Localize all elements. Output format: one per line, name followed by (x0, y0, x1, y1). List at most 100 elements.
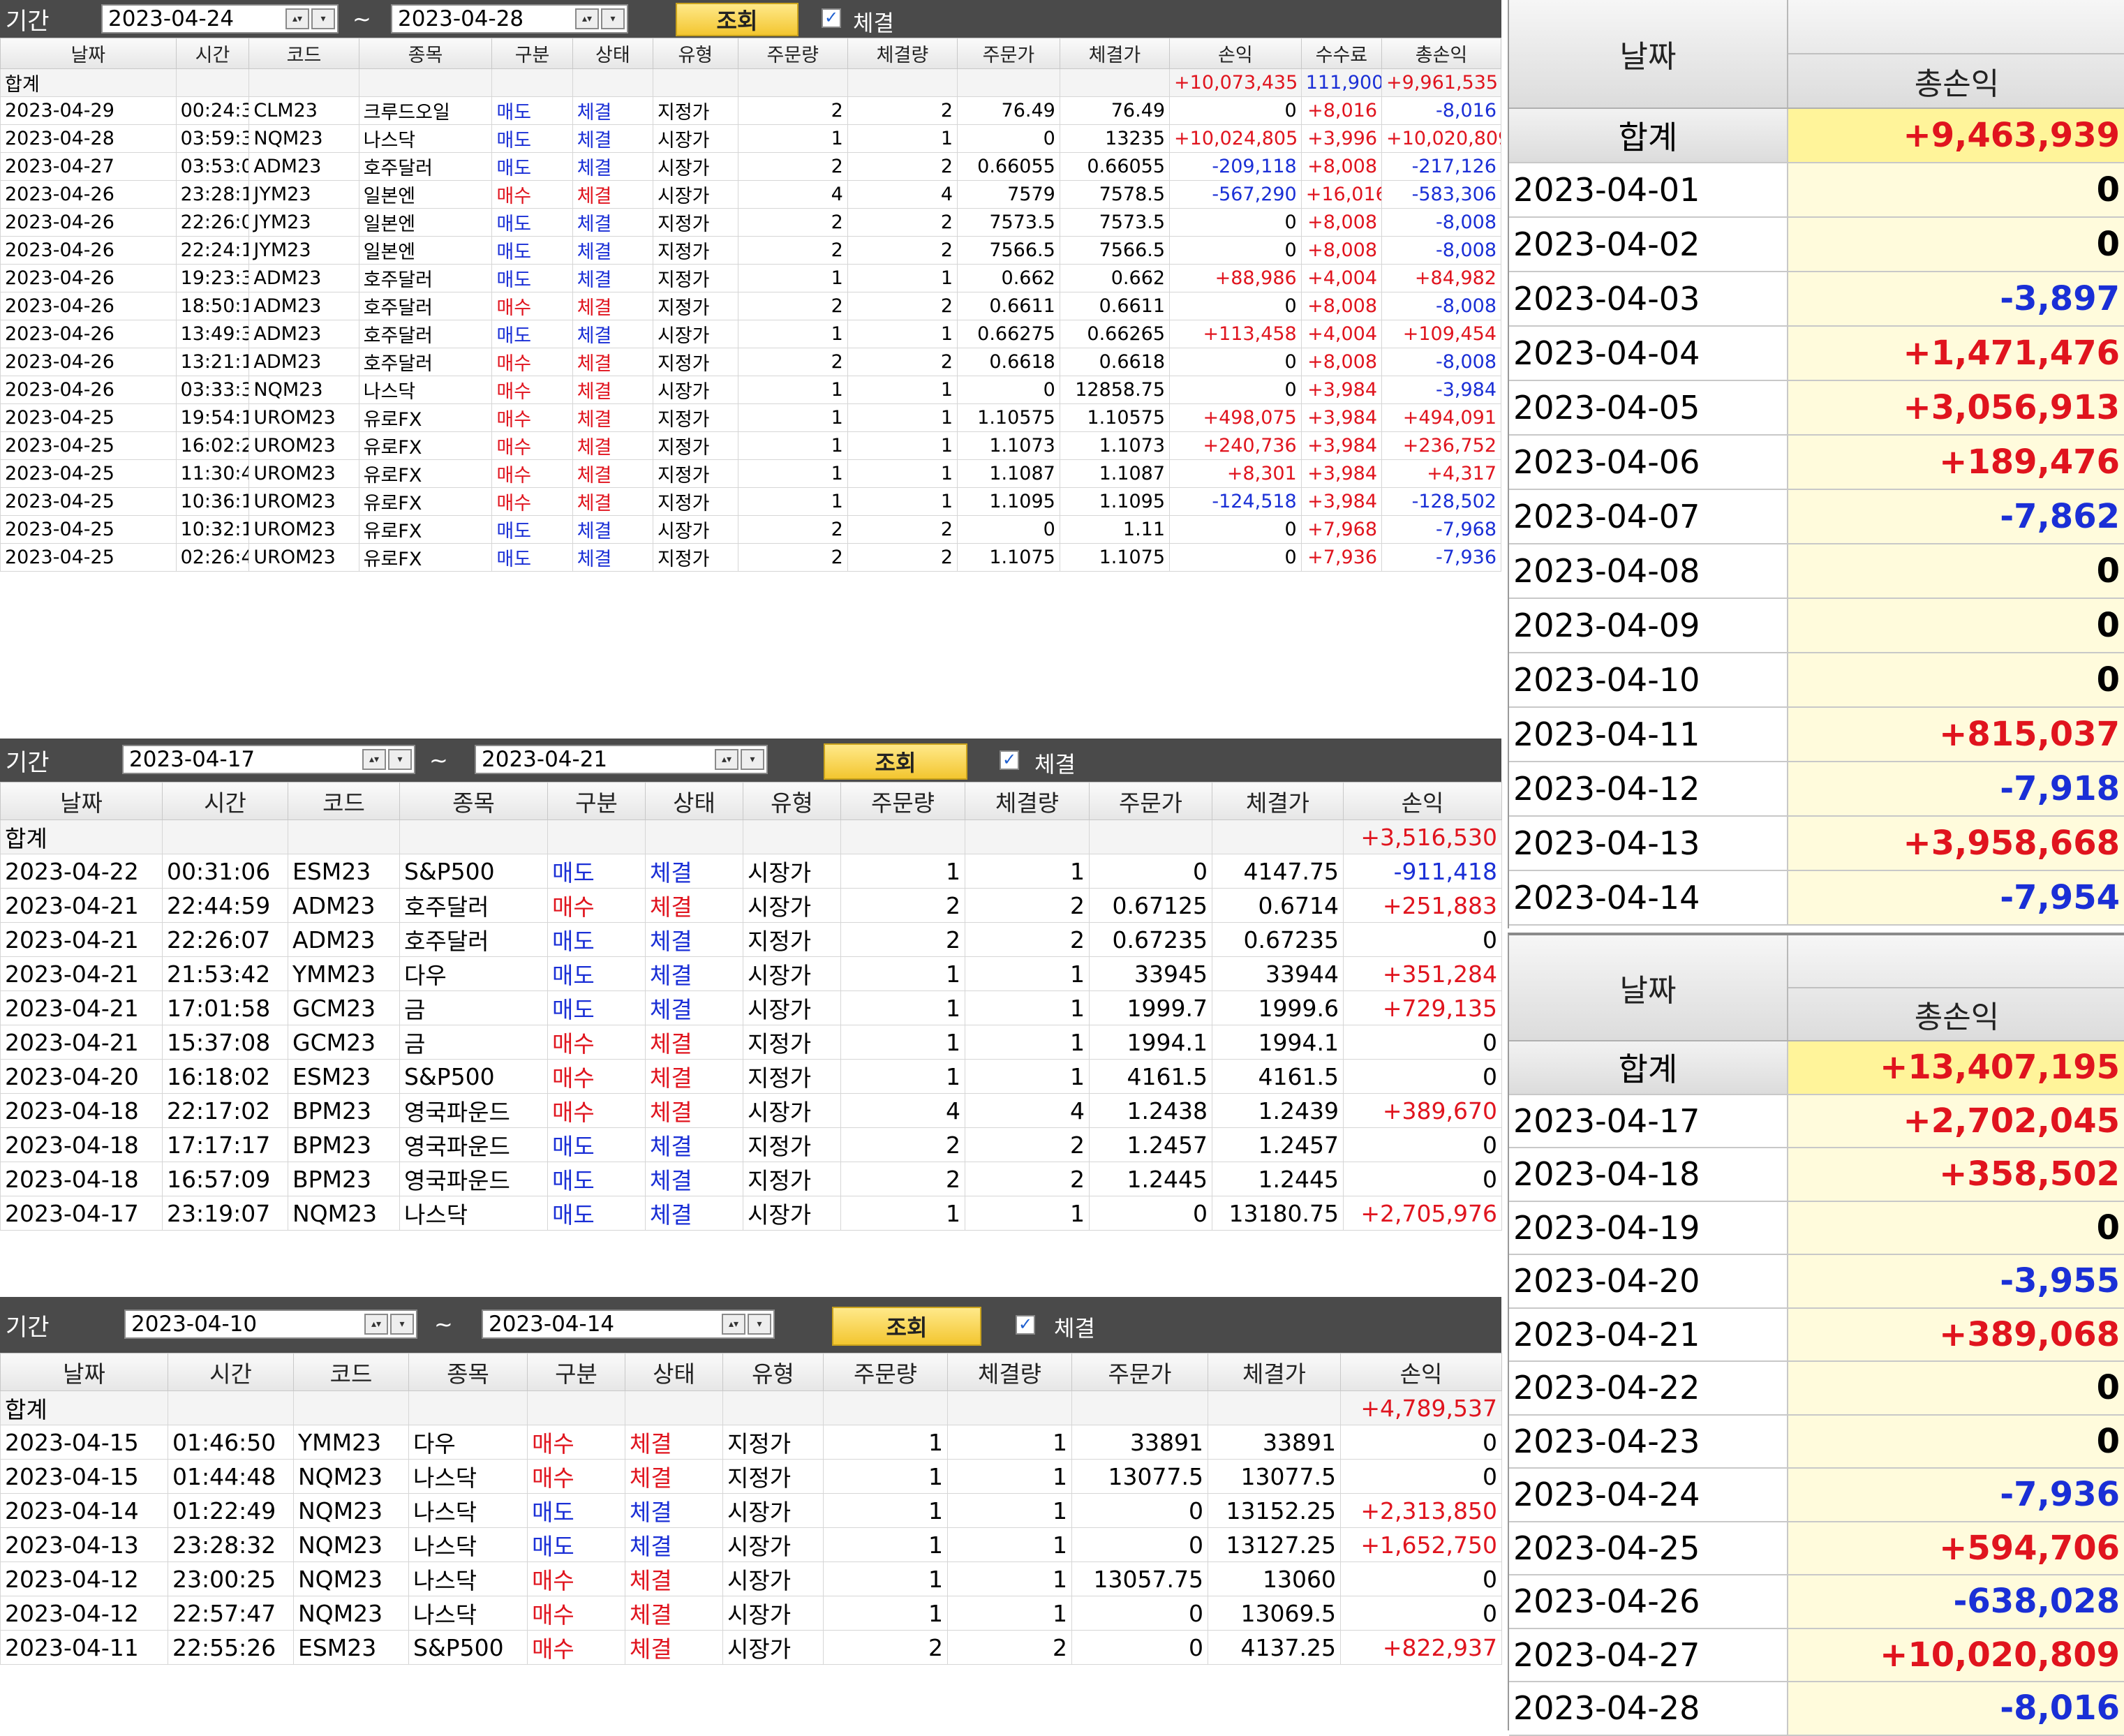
summary-row[interactable]: 2023-04-28 -8,016 (1509, 1682, 2124, 1736)
query-button[interactable]: 조회 (676, 3, 799, 36)
query-button[interactable]: 조회 (824, 743, 967, 780)
summary-row[interactable]: 2023-04-06 +189,476 (1509, 436, 2124, 490)
summary-row[interactable]: 2023-04-07 -7,862 (1509, 490, 2124, 544)
spin-icon[interactable]: ▴▾ (715, 749, 738, 770)
column-header-pnl[interactable]: 손익 (1169, 38, 1302, 69)
column-header-time[interactable]: 시간 (162, 782, 288, 820)
column-header-fill-qty[interactable]: 체결량 (965, 782, 1090, 820)
table-row[interactable]: 2023-04-2900:24:33CLM23크루드오일매도체결지정가2276.… (0, 96, 1501, 125)
summary-row[interactable]: 2023-04-21 +389,068 (1509, 1308, 2124, 1362)
column-header-date[interactable]: 날짜 (0, 782, 163, 820)
filled-checkbox[interactable]: ✓ (1000, 750, 1019, 770)
summary-row[interactable]: 2023-04-24 -7,936 (1509, 1469, 2124, 1522)
column-header-fill-price[interactable]: 체결가 (1208, 1353, 1341, 1391)
table-row[interactable]: 2023-04-18 17:17:17 BPM23 영국파운드 매도 체결 지정가 2 2 1.2… (0, 1127, 1502, 1162)
summary-row[interactable]: 2023-04-12 -7,918 (1509, 762, 2124, 817)
date-from-input[interactable]: 2023-04-10 ▴▾ ▾ (124, 1310, 417, 1339)
table-row[interactable]: 2023-04-12 22:57:47 NQM23 나스닥 매수 체결 시장가 1 1 0 1306… (0, 1596, 1502, 1631)
summary-row[interactable]: 2023-04-09 0 (1509, 599, 2124, 653)
table-row[interactable]: 2023-04-2502:26:47UROM23유로FX매도체결지정가221.1… (0, 543, 1501, 572)
column-header-fee[interactable]: 수수료 (1300, 38, 1383, 69)
calendar-dropdown-icon[interactable]: ▾ (741, 749, 764, 770)
query-button[interactable]: 조회 (832, 1307, 981, 1346)
filled-checkbox[interactable]: ✓ (822, 8, 841, 28)
column-header-status[interactable]: 상태 (645, 782, 743, 820)
summary-row[interactable]: 2023-04-27 +10,020,809 (1509, 1629, 2124, 1682)
summary-row[interactable]: 2023-04-10 0 (1509, 653, 2124, 708)
table-row[interactable]: 2023-04-2516:02:26UROM23유로FX매수체결지정가111.1… (0, 431, 1501, 460)
date-from-input[interactable]: 2023-04-24 ▴▾ ▾ (101, 4, 339, 34)
calendar-dropdown-icon[interactable]: ▾ (388, 749, 412, 770)
date-to-input[interactable]: 2023-04-14 ▴▾ ▾ (482, 1310, 775, 1339)
column-header-order-price[interactable]: 주문가 (957, 38, 1060, 69)
date-to-input[interactable]: 2023-04-28 ▴▾ ▾ (391, 4, 628, 34)
table-row[interactable]: 2023-04-14 01:22:49 NQM23 나스닥 매도 체결 시장가 1 1 0 1315… (0, 1493, 1502, 1528)
table-row[interactable]: 2023-04-2618:50:11ADM23호주달러매수체결지정가220.66… (0, 292, 1501, 320)
calendar-dropdown-icon[interactable]: ▾ (390, 1314, 414, 1335)
summary-row[interactable]: 2023-04-25 +594,706 (1509, 1522, 2124, 1575)
spin-icon[interactable]: ▴▾ (285, 8, 309, 29)
column-header-order-qty[interactable]: 주문량 (840, 782, 965, 820)
table-row[interactable]: 2023-04-15 01:46:50 YMM23 다우 매수 체결 지정가 1 1 33891 3… (0, 1425, 1502, 1460)
table-row[interactable]: 2023-04-2603:33:33NQM23나스닥매수체결시장가1101285… (0, 376, 1501, 404)
filled-checkbox[interactable]: ✓ (1016, 1315, 1035, 1335)
column-header-order-price[interactable]: 주문가 (1071, 1353, 1208, 1391)
table-row[interactable]: 2023-04-22 00:31:06 ESM23 S&P500 매도 체결 시장가 1 1 0 4… (0, 854, 1502, 889)
table-row[interactable]: 2023-04-21 15:37:08 GCM23 금 매수 체결 지정가 1 1 1994.1 1… (0, 1025, 1502, 1060)
column-header-net-pnl[interactable]: 총손익 (1381, 38, 1501, 69)
summary-row[interactable]: 2023-04-19 0 (1509, 1201, 2124, 1255)
table-row[interactable]: 2023-04-21 22:26:07 ADM23 호주달러 매도 체결 지정가 2 2 0.67… (0, 922, 1502, 957)
summary-row[interactable]: 2023-04-20 -3,955 (1509, 1255, 2124, 1309)
column-header-type[interactable]: 유형 (722, 1353, 824, 1391)
spin-icon[interactable]: ▴▾ (575, 8, 599, 29)
summary-row[interactable]: 2023-04-08 0 (1509, 544, 2124, 599)
table-row[interactable]: 2023-04-2703:53:02ADM23호주달러매도체결시장가220.66… (0, 152, 1501, 181)
table-row[interactable]: 2023-04-21 21:53:42 YMM23 다우 매도 체결 시장가 1 1 33945 3… (0, 956, 1502, 991)
table-row[interactable]: 2023-04-2613:49:31ADM23호주달러매도체결시장가110.66… (0, 320, 1501, 348)
summary-row[interactable]: 2023-04-13 +3,958,668 (1509, 817, 2124, 871)
date-from-input[interactable]: 2023-04-17 ▴▾ ▾ (122, 745, 415, 774)
column-header-item[interactable]: 종목 (358, 38, 493, 69)
column-header-time[interactable]: 시간 (168, 1353, 294, 1391)
spin-icon[interactable]: ▴▾ (722, 1314, 745, 1335)
column-header-item[interactable]: 종목 (399, 782, 548, 820)
column-header-fill-qty[interactable]: 체결량 (947, 1353, 1072, 1391)
spin-icon[interactable]: ▴▾ (362, 749, 386, 770)
table-row[interactable]: 2023-04-2511:30:47UROM23유로FX매수체결지정가111.1… (0, 459, 1501, 488)
column-header-type[interactable]: 유형 (653, 38, 738, 69)
table-row[interactable]: 2023-04-15 01:44:48 NQM23 나스닥 매수 체결 지정가 1 1 13077… (0, 1459, 1502, 1494)
column-header-side[interactable]: 구분 (547, 782, 646, 820)
summary-row[interactable]: 2023-04-18 +358,502 (1509, 1148, 2124, 1202)
table-row[interactable]: 2023-04-18 16:57:09 BPM23 영국파운드 매도 체결 지정가 2 2 1.2… (0, 1162, 1502, 1196)
column-header-type[interactable]: 유형 (743, 782, 841, 820)
table-row[interactable]: 2023-04-18 22:17:02 BPM23 영국파운드 매수 체결 시장가 4 4 1.2… (0, 1093, 1502, 1128)
summary-row[interactable]: 2023-04-11 +815,037 (1509, 708, 2124, 762)
table-row[interactable]: 2023-04-21 22:44:59 ADM23 호주달러 매수 체결 시장가 2 2 0.67… (0, 888, 1502, 923)
column-header-date[interactable]: 날짜 (0, 1353, 168, 1391)
column-header-fill-price[interactable]: 체결가 (1059, 38, 1171, 69)
table-row[interactable]: 2023-04-2623:28:15JYM23일본엔매수체결시장가4475797… (0, 180, 1501, 209)
summary-row[interactable]: 2023-04-01 0 (1509, 163, 2124, 218)
column-header-code[interactable]: 코드 (248, 38, 359, 69)
column-header-status[interactable]: 상태 (625, 1353, 723, 1391)
date-to-input[interactable]: 2023-04-21 ▴▾ ▾ (475, 745, 768, 774)
table-row[interactable]: 2023-04-2510:36:12UROM23유로FX매수체결지정가111.1… (0, 487, 1501, 516)
calendar-dropdown-icon[interactable]: ▾ (311, 8, 335, 29)
table-row[interactable]: 2023-04-21 17:01:58 GCM23 금 매도 체결 시장가 1 1 1999.7 1… (0, 991, 1502, 1025)
summary-row[interactable]: 2023-04-05 +3,056,913 (1509, 381, 2124, 436)
column-header-time[interactable]: 시간 (175, 38, 250, 69)
spin-icon[interactable]: ▴▾ (364, 1314, 388, 1335)
summary-row[interactable]: 2023-04-02 0 (1509, 218, 2124, 272)
calendar-dropdown-icon[interactable]: ▾ (748, 1314, 771, 1335)
column-header-code[interactable]: 코드 (293, 1353, 409, 1391)
table-row[interactable]: 2023-04-13 23:28:32 NQM23 나스닥 매도 체결 시장가 1 1 0 1312… (0, 1527, 1502, 1562)
summary-row[interactable]: 2023-04-14 -7,954 (1509, 871, 2124, 926)
column-header-status[interactable]: 상태 (572, 38, 654, 69)
summary-row[interactable]: 2023-04-04 +1,471,476 (1509, 327, 2124, 381)
summary-row[interactable]: 2023-04-03 -3,897 (1509, 272, 2124, 327)
column-header-side[interactable]: 구분 (527, 1353, 625, 1391)
summary-row[interactable]: 2023-04-23 0 (1509, 1415, 2124, 1469)
summary-row[interactable]: 2023-04-17 +2,702,045 (1509, 1095, 2124, 1148)
column-header-fill-price[interactable]: 체결가 (1212, 782, 1344, 820)
column-header-code[interactable]: 코드 (288, 782, 400, 820)
